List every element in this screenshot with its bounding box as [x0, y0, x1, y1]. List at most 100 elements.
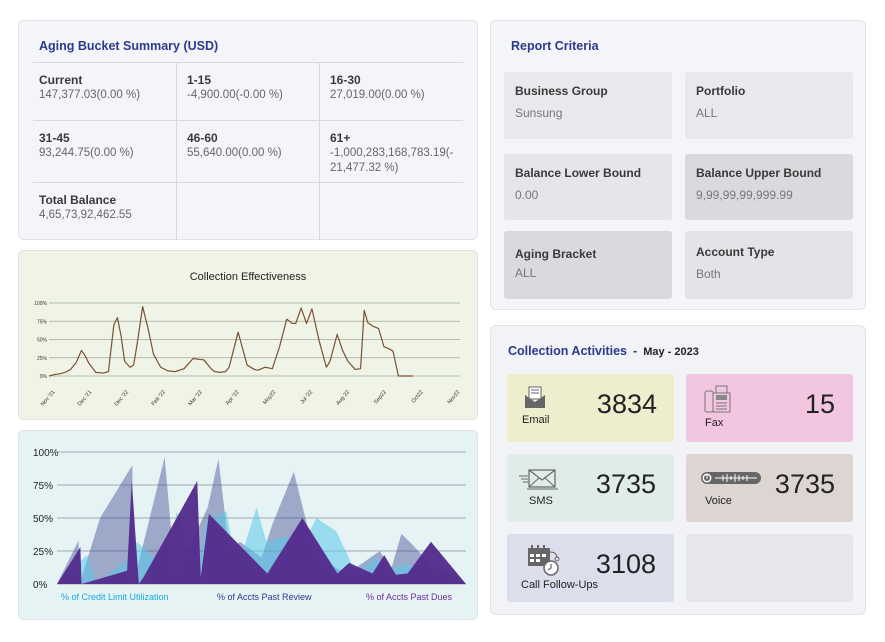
- aging-label: 1-15: [187, 73, 212, 87]
- x-tick-label: Jul '22: [300, 389, 315, 405]
- aging-bucket-summary-card: Aging Bucket Summary (USD) Current 147,3…: [18, 20, 478, 240]
- aging-row: Total Balance 4,65,73,92,462.55: [33, 182, 463, 240]
- tile-value: 3735: [774, 469, 835, 499]
- tile-label: Email: [522, 414, 550, 426]
- aging-label: Current: [39, 73, 83, 87]
- account-metrics-area-card: 0% 25% 50% 75% 100% % of Credit Limit Utiliza…: [18, 430, 478, 620]
- y-tick-label: 25%: [37, 356, 48, 362]
- y-tick-label: 25%: [33, 547, 53, 558]
- criteria-value: Both: [696, 267, 721, 281]
- criteria-label: Aging Bracket: [515, 247, 597, 261]
- calendar-clock-icon: [528, 545, 560, 576]
- aging-label: 46-60: [187, 131, 218, 145]
- criteria-value: Sunsung: [515, 106, 563, 120]
- aging-value: 93,244.75(0.00 %): [39, 147, 134, 159]
- tile-label: Call Follow-Ups: [521, 579, 599, 591]
- tile-voice[interactable]: Voice 3735: [686, 454, 853, 522]
- y-tick-label: 100%: [33, 448, 59, 459]
- criteria-label: Balance Upper Bound: [696, 166, 822, 180]
- voice-icon: [701, 472, 761, 484]
- criteria-label: Account Type: [696, 245, 775, 259]
- legend-label: % of Accts Past Dues: [366, 592, 453, 602]
- aging-cell-31-45: 31-45 93,244.75(0.00 %): [33, 121, 176, 182]
- legend-label: % of Accts Past Review: [217, 592, 312, 602]
- criteria-business-group: Business Group Sunsung: [504, 72, 672, 139]
- aging-value: 147,377.03(0.00 %): [39, 89, 141, 101]
- tile-value: 3108: [595, 549, 656, 579]
- tile-label: Voice: [705, 495, 732, 507]
- y-tick-label: 100%: [34, 301, 47, 307]
- tile-value: 3735: [595, 469, 656, 499]
- activities-title: Collection Activities: [508, 344, 628, 358]
- x-tick-label: Dec '22: [114, 389, 130, 407]
- aging-label: 61+: [330, 131, 351, 145]
- criteria-value: ALL: [515, 266, 537, 280]
- aging-cell-61-plus: 61+ -1,000,283,168,783.19(-21,477.32 %): [319, 121, 462, 182]
- aging-cell-16-30: 16-30 27,019.00(0.00 %): [319, 63, 462, 120]
- tile-sms[interactable]: SMS 3735: [507, 454, 674, 522]
- x-tick-label: Aug 22: [335, 389, 351, 406]
- legend-label: % of Credit Limit Utilization: [61, 592, 169, 602]
- criteria-label: Business Group: [515, 84, 608, 98]
- y-tick-label: 0%: [40, 374, 48, 380]
- tile-empty: [686, 534, 853, 602]
- criteria-balance-lower-bound: Balance Lower Bound 0.00: [504, 154, 672, 220]
- criteria-title: Report Criteria: [511, 39, 599, 53]
- y-tick-label: 75%: [37, 319, 48, 325]
- x-tick-label: Apr '22: [225, 389, 241, 406]
- tile-call-follow-ups[interactable]: Call Follow-Ups 3108: [507, 534, 674, 602]
- tile-fax[interactable]: Fax 15: [686, 374, 853, 442]
- x-tick-label: May22: [262, 389, 277, 406]
- aging-row: 31-45 93,244.75(0.00 %) 46-60 55,640.00(…: [33, 120, 463, 182]
- y-tick-label: 75%: [33, 481, 53, 492]
- y-tick-label: 0%: [33, 580, 48, 591]
- y-tick-label: 50%: [33, 514, 53, 525]
- tile-value: 15: [804, 389, 835, 419]
- aging-value: 4,65,73,92,462.55: [39, 209, 132, 221]
- criteria-balance-upper-bound: Balance Upper Bound 9,99,99,99,999.99: [685, 154, 853, 220]
- criteria-portfolio: Portfolio ALL: [685, 72, 853, 139]
- y-tick-label: 50%: [37, 338, 48, 344]
- activities-period: May - 2023: [643, 346, 699, 358]
- account-metrics-area-chart: 0% 25% 50% 75% 100% % of Credit Limit Utiliza…: [33, 448, 466, 602]
- collection-activities-card: Collection Activities - May - 2023 Email 3…: [490, 325, 866, 615]
- aging-row: Current 147,377.03(0.00 %) 1-15 -4,900.0…: [33, 62, 463, 120]
- criteria-value: 9,99,99,99,999.99: [696, 188, 793, 202]
- x-tick-label: Nov22: [447, 389, 462, 405]
- aging-label: 16-30: [330, 73, 361, 87]
- x-tick-label: Feb '22: [151, 389, 167, 407]
- aging-grid: Current 147,377.03(0.00 %) 1-15 -4,900.0…: [33, 62, 463, 240]
- aging-label: Total Balance: [39, 193, 117, 207]
- criteria-label: Portfolio: [696, 84, 746, 98]
- aging-value: 55,640.00(0.00 %): [187, 147, 282, 159]
- collection-effectiveness-chart: 0% 25% 50% 75% 100% Nov '21 Dec '21 Dec '22 Feb …: [34, 251, 462, 407]
- aging-cell-1-15: 1-15 -4,900.00(-0.00 %): [176, 63, 319, 120]
- aging-value: 27,019.00(0.00 %): [330, 89, 425, 101]
- x-tick-label: Mar '22: [188, 389, 204, 407]
- x-tick-label: Oct22: [411, 389, 425, 404]
- criteria-label: Balance Lower Bound: [515, 166, 642, 180]
- x-tick-label: Sep22: [373, 389, 388, 405]
- sms-icon: [519, 469, 558, 490]
- criteria-account-type: Account Type Both: [685, 231, 853, 299]
- activities-separator: -: [633, 344, 638, 358]
- tile-email[interactable]: Email 3834: [507, 374, 674, 442]
- aging-cell-empty: [319, 183, 462, 240]
- aging-label: 31-45: [39, 131, 70, 145]
- aging-value: -4,900.00(-0.00 %): [187, 89, 283, 101]
- report-criteria-card: Report Criteria Business Group Sunsung P…: [490, 20, 866, 310]
- criteria-value: 0.00: [515, 188, 539, 202]
- tile-label: Fax: [705, 417, 724, 429]
- x-tick-label: Dec '21: [77, 389, 93, 407]
- aging-cell-46-60: 46-60 55,640.00(0.00 %): [176, 121, 319, 182]
- email-icon: [525, 386, 545, 408]
- aging-cell-current: Current 147,377.03(0.00 %): [33, 63, 176, 120]
- effectiveness-line: [48, 306, 413, 377]
- criteria-aging-bracket: Aging Bracket ALL: [504, 231, 672, 299]
- criteria-value: ALL: [696, 106, 718, 120]
- tile-value: 3834: [596, 389, 657, 419]
- aging-value: -1,000,283,168,783.19(-21,477.32 %): [330, 147, 454, 174]
- aging-cell-total-balance: Total Balance 4,65,73,92,462.55: [33, 183, 176, 240]
- collection-effectiveness-card: Collection Effectiveness 0% 25% 50% 75% 100%…: [18, 250, 478, 420]
- aging-cell-empty: [176, 183, 319, 240]
